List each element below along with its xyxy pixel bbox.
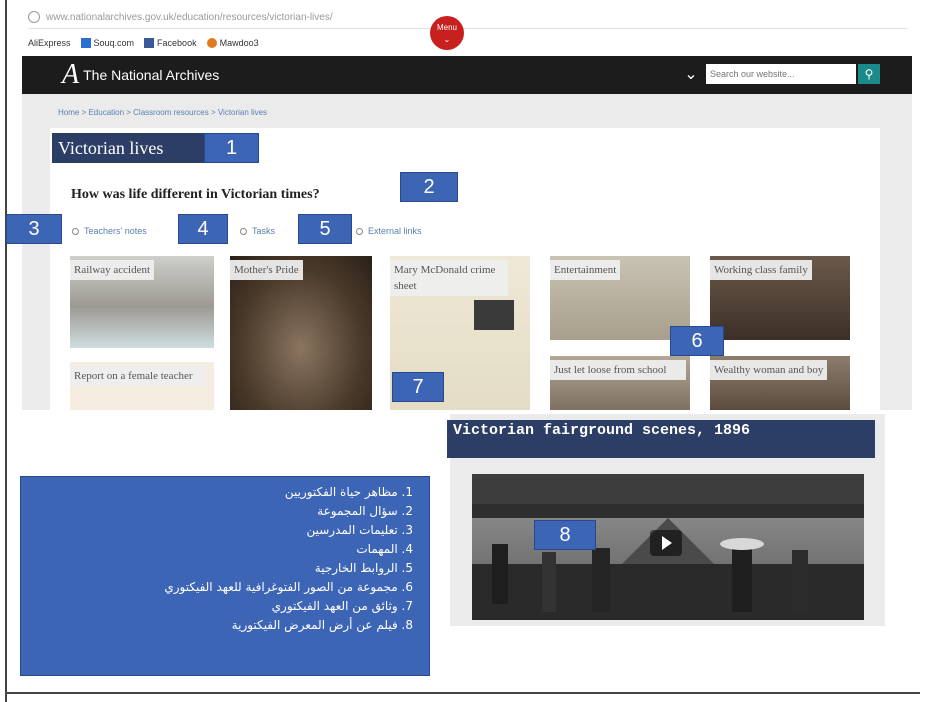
- annotation-number: 8: [534, 520, 596, 550]
- site-header: A The National Archives ⌄ ⚲: [22, 56, 912, 94]
- breadcrumb[interactable]: Home > Education > Classroom resources >…: [58, 108, 267, 117]
- legend-item: 1. مظاهر حياة الفكتوريين: [284, 485, 413, 499]
- card-label: Railway accident: [70, 260, 155, 280]
- gallery-card-working-class-family[interactable]: Working class family: [710, 256, 850, 340]
- card-label: Report on a female teacher: [70, 366, 206, 386]
- play-button[interactable]: [650, 530, 682, 556]
- legend-item: 5. الروابط الخارجية: [314, 561, 413, 575]
- legend-list: 1. مظاهر حياة الفكتوريين 2. سؤال المجموع…: [21, 477, 429, 635]
- legend-item: 7. وثائق من العهد الفيكتوري: [271, 599, 413, 613]
- link-label: External links: [368, 226, 422, 236]
- annotation-number: 2: [400, 172, 458, 202]
- bullet-icon: [72, 228, 79, 236]
- bookmark-souq[interactable]: Souq.com: [80, 38, 135, 48]
- logo-letter: A: [62, 59, 80, 90]
- annotation-number: 5: [298, 214, 352, 244]
- site-name: The National Archives: [83, 67, 220, 83]
- search-icon: ⚲: [864, 67, 874, 81]
- annotation-number: 1: [204, 133, 259, 163]
- search-input[interactable]: [706, 64, 856, 84]
- site-logo[interactable]: A The National Archives: [62, 59, 220, 90]
- menu-label: Menu: [436, 23, 457, 32]
- bookmark-label: Facebook: [157, 38, 197, 48]
- card-label: Mary McDonald crime sheet: [390, 260, 508, 296]
- card-label: Entertainment: [550, 260, 621, 280]
- annotation-number: 3: [6, 214, 62, 244]
- annotation-number: 6: [670, 326, 724, 356]
- tasks-link[interactable]: Tasks: [240, 226, 275, 236]
- bullet-icon: [240, 228, 247, 236]
- annotation-number: 7: [392, 372, 444, 402]
- legend-item: 6. مجموعة من الصور الفتوغرافية للعهد الف…: [164, 580, 413, 594]
- gallery-card-entertainment[interactable]: Entertainment: [550, 256, 690, 340]
- chevron-down-icon: ⌄: [443, 35, 451, 44]
- mawdoo3-icon: [206, 38, 217, 48]
- legend-item: 3. تعليمات المدرسين: [306, 523, 413, 537]
- legend-item: 4. المهمات: [356, 542, 413, 556]
- card-label: Just let loose from school: [550, 360, 686, 380]
- bookmark-label: AliExpress: [28, 38, 71, 48]
- address-bar[interactable]: www.nationalarchives.gov.uk/education/re…: [28, 6, 908, 29]
- mugshot-photo: [474, 300, 514, 330]
- card-label: Wealthy woman and boy: [710, 360, 828, 380]
- gallery-card-wealthy-woman[interactable]: Wealthy woman and boy: [710, 356, 850, 410]
- bookmark-aliexpress[interactable]: AliExpress: [28, 38, 71, 48]
- card-label: Working class family: [710, 260, 812, 280]
- video-title: Victorian fairground scenes, 1896: [447, 420, 875, 458]
- url-text[interactable]: www.nationalarchives.gov.uk/education/re…: [46, 12, 333, 23]
- gallery-card-mothers-pride[interactable]: Mother's Pride: [230, 256, 372, 410]
- bookmarks-bar: AliExpress Souq.com Facebook Mawdoo3: [28, 34, 908, 52]
- bookmark-label: Mawdoo3: [219, 38, 259, 48]
- legend-item: 8. فيلم عن أرض المعرض الفيكتورية: [231, 618, 413, 632]
- legend-item: 2. سؤال المجموعة: [317, 504, 413, 518]
- external-links-link[interactable]: External links: [356, 226, 422, 236]
- page-title: Victorian lives: [52, 133, 204, 163]
- link-label: Tasks: [252, 226, 276, 236]
- bookmark-facebook[interactable]: Facebook: [144, 38, 197, 48]
- menu-button[interactable]: Menu ⌄: [430, 16, 464, 50]
- gallery-card-railway-accident[interactable]: Railway accident: [70, 256, 214, 348]
- play-icon: [662, 536, 672, 550]
- link-label: Teachers' notes: [84, 226, 147, 236]
- search-button[interactable]: ⚲: [858, 64, 880, 84]
- bullet-icon: [356, 228, 363, 236]
- group-question: How was life different in Victorian time…: [71, 187, 320, 202]
- frame-bottom-border: [5, 692, 920, 694]
- bookmark-mawdoo3[interactable]: Mawdoo3: [206, 38, 259, 48]
- souq-icon: [80, 38, 91, 48]
- video-player[interactable]: [472, 474, 864, 620]
- gallery-card-let-loose-from-school[interactable]: Just let loose from school: [550, 356, 690, 410]
- chevron-down-icon[interactable]: ⌄: [680, 64, 702, 86]
- teachers-notes-link[interactable]: Teachers' notes: [72, 226, 147, 236]
- annotation-number: 4: [178, 214, 228, 244]
- facebook-icon: [144, 38, 155, 48]
- frame-left-border: [5, 0, 7, 702]
- gallery-card-female-teacher[interactable]: Report on a female teacher: [70, 362, 214, 410]
- card-label: Mother's Pride: [230, 260, 303, 280]
- annotation-legend: 1. مظاهر حياة الفكتوريين 2. سؤال المجموع…: [20, 476, 430, 676]
- globe-icon: [28, 11, 40, 23]
- bookmark-label: Souq.com: [93, 38, 135, 48]
